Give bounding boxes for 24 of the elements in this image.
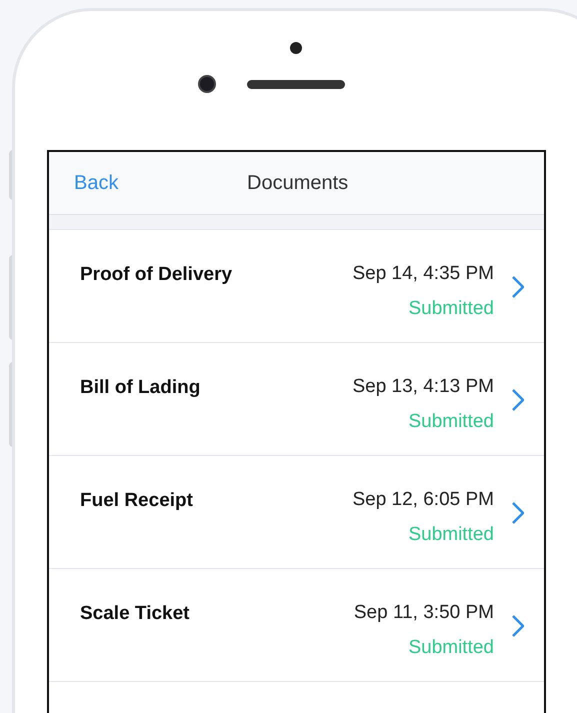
status-label: Submitted bbox=[408, 410, 494, 434]
document-row[interactable]: Scale Ticket Sep 11, 3:50 PM Submitted bbox=[49, 569, 544, 682]
document-name: Bill of Lading bbox=[80, 376, 200, 400]
phone-sensor-icon bbox=[290, 42, 302, 54]
document-row[interactable]: Proof of Delivery Sep 14, 4:35 PM Submitted bbox=[49, 230, 544, 343]
screen-title: Documents bbox=[247, 171, 348, 196]
document-date: Sep 11, 3:50 PM bbox=[354, 601, 494, 625]
status-label: Submitted bbox=[408, 522, 494, 546]
document-name: Scale Ticket bbox=[80, 602, 190, 626]
document-date: Sep 14, 4:35 PM bbox=[352, 262, 494, 286]
chevron-right-icon bbox=[512, 502, 524, 524]
document-row[interactable]: Bill of Lading Sep 13, 4:13 PM Submitted bbox=[49, 343, 544, 456]
document-date: Sep 12, 6:05 PM bbox=[352, 488, 494, 512]
phone-speaker-icon bbox=[247, 80, 345, 89]
document-name: Fuel Receipt bbox=[80, 489, 193, 513]
status-label: Submitted bbox=[408, 636, 494, 660]
chevron-right-icon bbox=[512, 615, 524, 637]
document-name: Proof of Delivery bbox=[80, 263, 232, 287]
chevron-right-icon bbox=[512, 389, 524, 411]
status-label: Submitted bbox=[408, 296, 494, 320]
document-date: Sep 13, 4:13 PM bbox=[352, 375, 494, 399]
phone-camera-icon bbox=[198, 75, 216, 93]
document-row[interactable]: Fuel Receipt Sep 12, 6:05 PM Submitted bbox=[49, 456, 544, 569]
chevron-right-icon bbox=[512, 276, 524, 298]
